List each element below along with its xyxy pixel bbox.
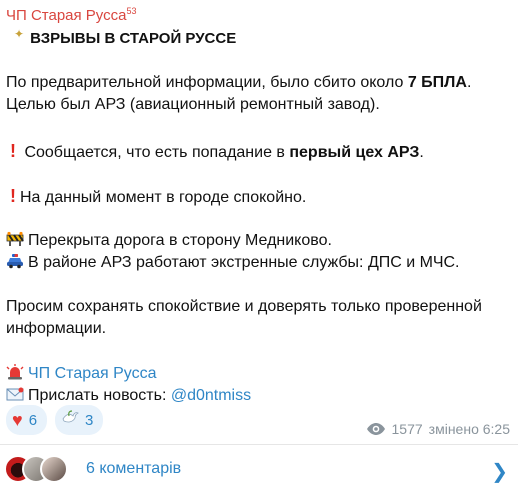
edited-time: змінено 6:25 (428, 421, 510, 437)
chevron-right-icon: ❯ (491, 461, 508, 483)
signature-channel: ЧП Старая Русса (6, 363, 157, 385)
paragraph-5: Перекрыта дорога в сторону Медниково. (6, 230, 332, 252)
paragraph-3: ! Сообщается, что есть попадание в первы… (6, 140, 424, 164)
divider (0, 444, 518, 445)
signature-send-news: Прислать новость: @d0ntmiss (6, 385, 251, 407)
paragraph-7: Просим сохранять спокойствие и доверять … (6, 298, 482, 315)
views-count: 1577 (391, 421, 423, 437)
paragraph-1: По предварительной информации, было сбит… (6, 74, 472, 91)
eye-icon (366, 422, 386, 436)
reaction-dove[interactable]: 3 (55, 405, 104, 435)
post-stats: 1577 змінено 6:25 (366, 421, 510, 437)
sparkle-icon: ✦ (14, 26, 25, 41)
channel-link[interactable]: ЧП Старая Русса (28, 365, 157, 382)
red-exclamation-icon: ! (10, 141, 16, 161)
red-exclamation-icon: ! (10, 186, 16, 206)
dove-icon (61, 410, 79, 430)
heart-icon: ♥ (12, 409, 23, 430)
paragraph-6: В районе АРЗ работают экстренные службы:… (6, 252, 459, 274)
reaction-heart[interactable]: ♥ 6 (6, 405, 48, 435)
channel-badge: 53 (126, 6, 137, 16)
comments-label: 6 коментарів (86, 459, 182, 477)
envelope-icon (6, 386, 24, 402)
handle-link[interactable]: @d0ntmiss (171, 387, 251, 404)
channel-name[interactable]: ЧП Старая Русса53 (6, 6, 137, 24)
telegram-post: ЧП Старая Русса53 ✦ ВЗРЫВЫ В СТАРОЙ РУСС… (0, 0, 518, 490)
paragraph-2: Целью был АРЗ (авиационный ремонтный зав… (6, 96, 380, 113)
paragraph-8: информации. (6, 320, 107, 337)
avatar (40, 454, 68, 483)
post-title: ✦ ВЗРЫВЫ В СТАРОЙ РУССЕ (14, 26, 237, 48)
siren-icon (6, 364, 24, 380)
construction-barrier-icon (6, 231, 24, 247)
reactions: ♥ 6 3 (6, 405, 104, 435)
comments-button[interactable]: 6 коментарів ❯ (0, 447, 518, 490)
commenter-avatars (4, 454, 68, 483)
police-car-icon (6, 253, 24, 269)
paragraph-4: ! На данный момент в городе спокойно. (6, 185, 306, 209)
